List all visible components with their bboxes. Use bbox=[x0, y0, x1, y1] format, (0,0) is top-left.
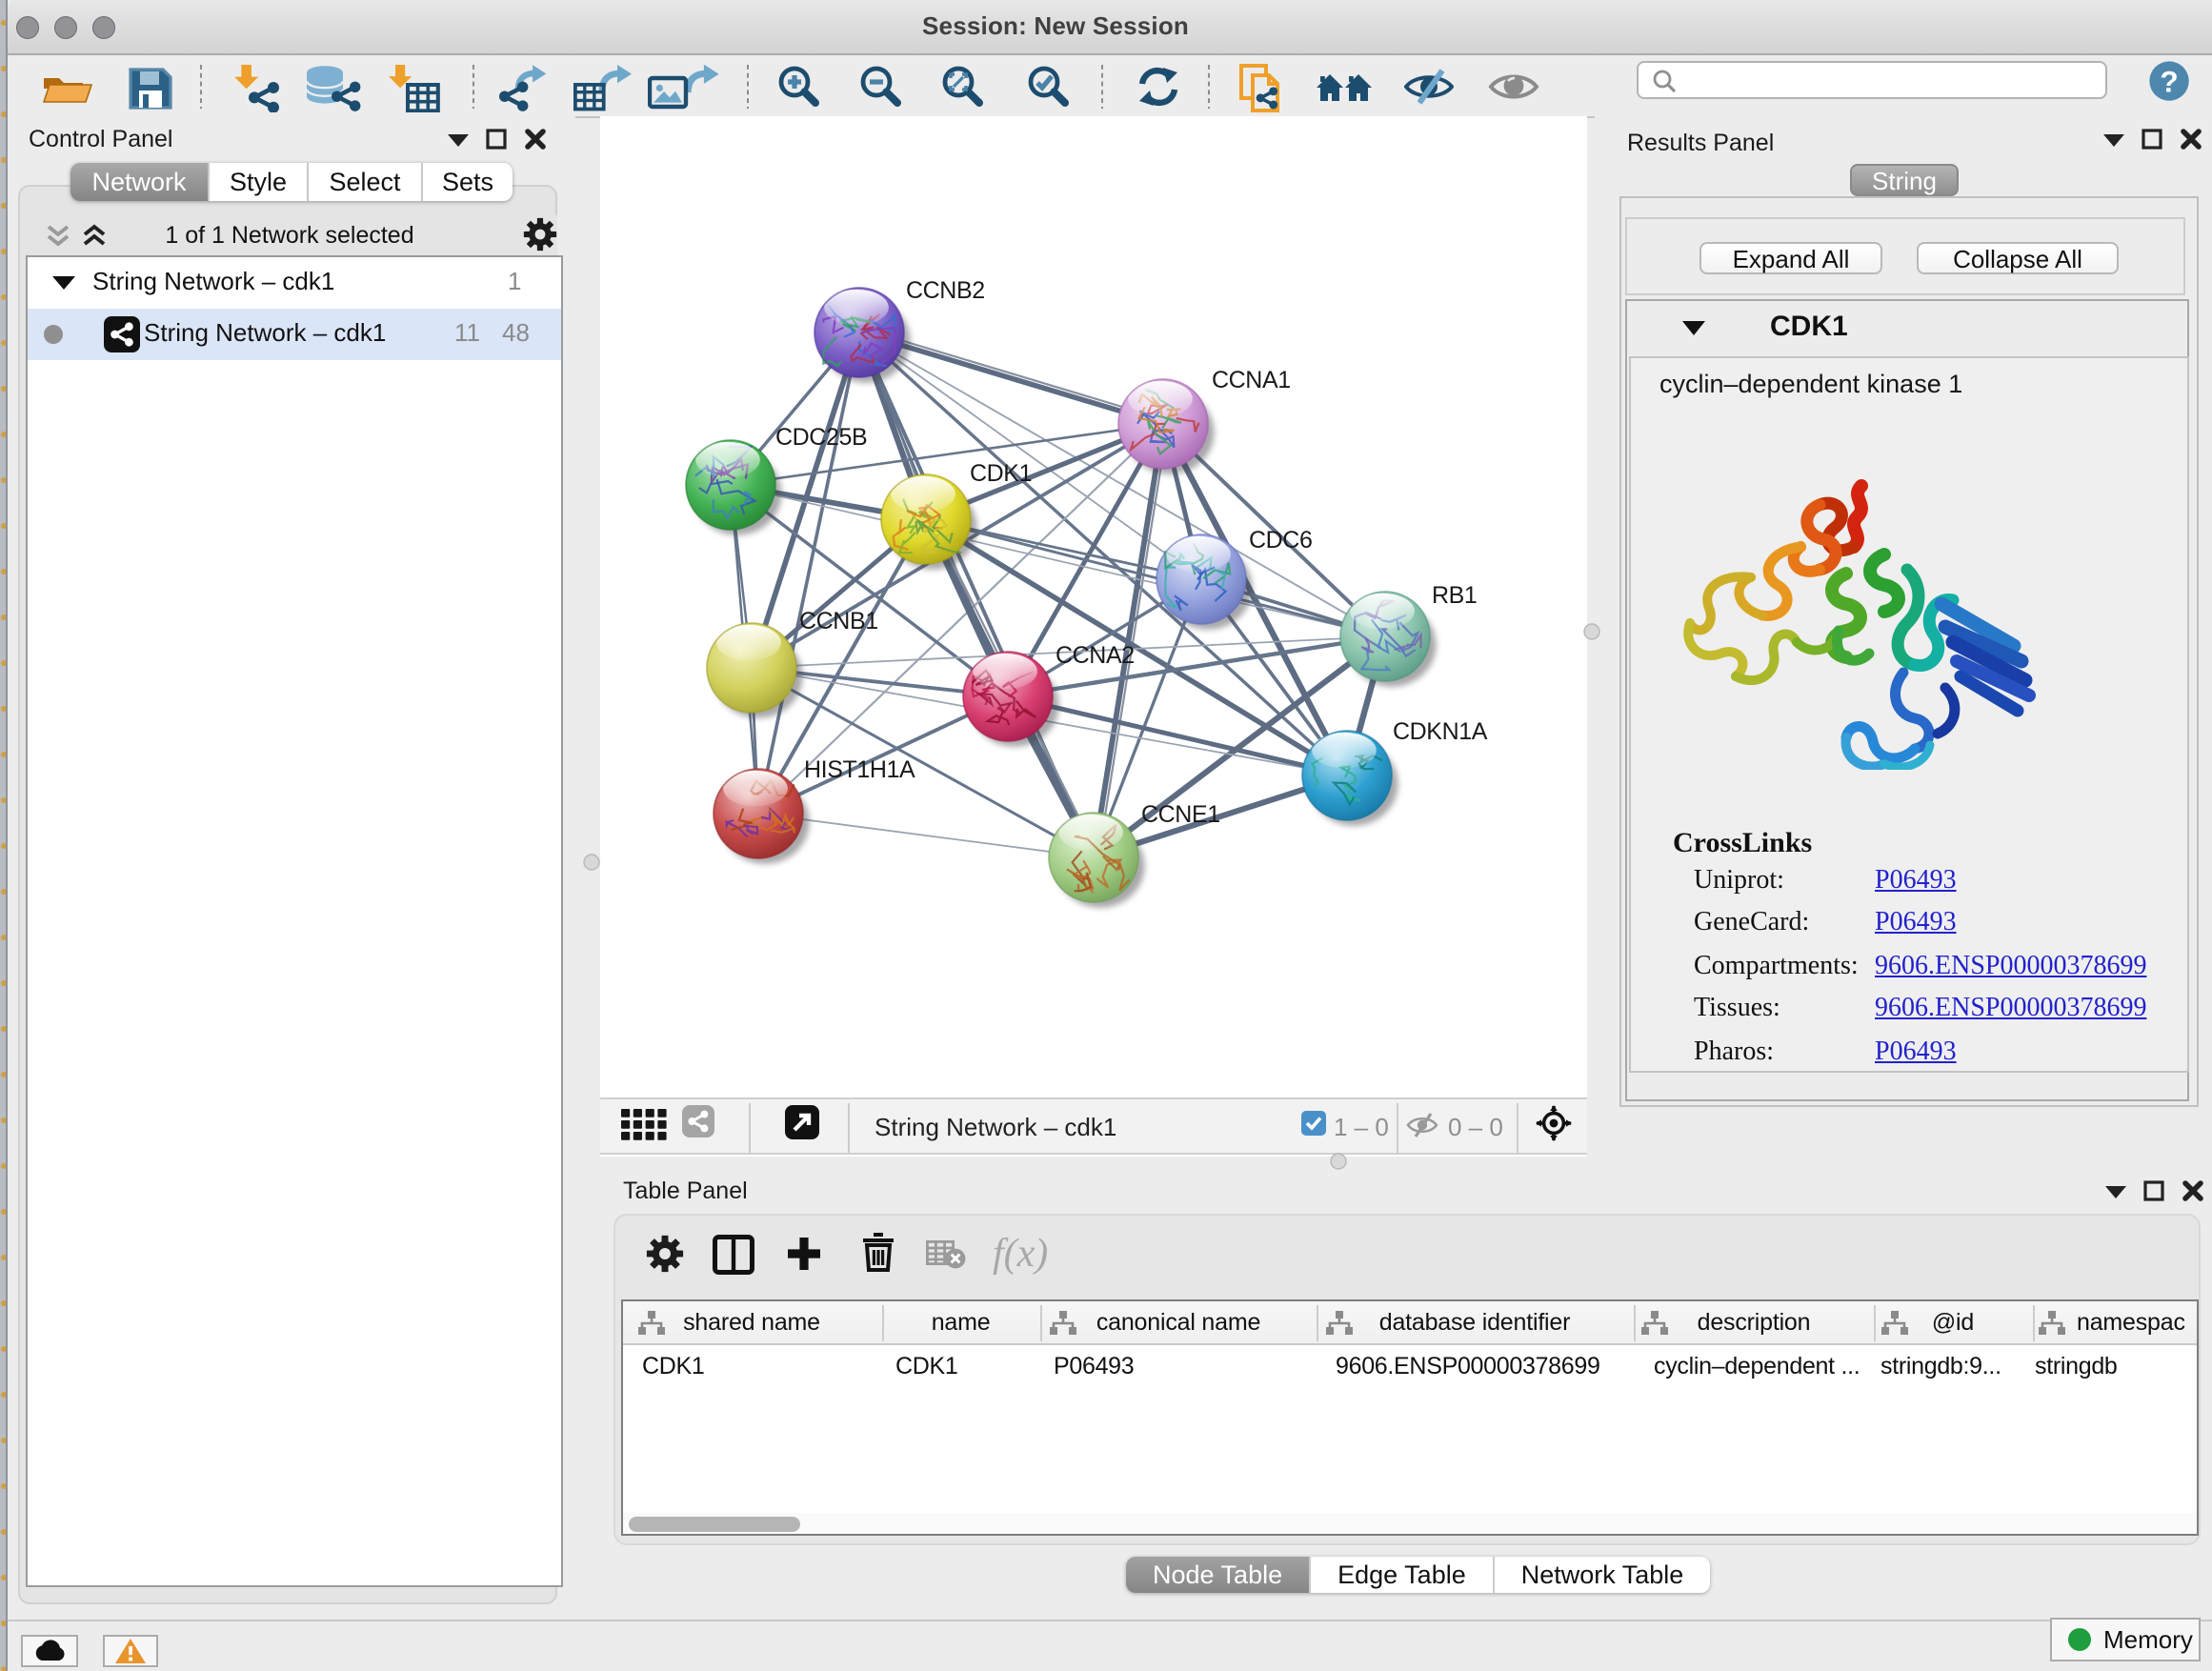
svg-text:CCNA2: CCNA2 bbox=[1056, 642, 1135, 669]
svg-text:CCNB2: CCNB2 bbox=[906, 277, 985, 304]
svg-text:CDC6: CDC6 bbox=[1249, 527, 1312, 554]
svg-text:HIST1H1A: HIST1H1A bbox=[804, 756, 915, 783]
svg-text:CCNB1: CCNB1 bbox=[799, 608, 878, 634]
svg-text:?: ? bbox=[2160, 65, 2178, 99]
svg-text:CCNA1: CCNA1 bbox=[1212, 367, 1291, 393]
svg-text:CDK1: CDK1 bbox=[970, 460, 1032, 487]
svg-text:CCNE1: CCNE1 bbox=[1141, 801, 1220, 828]
svg-text:RB1: RB1 bbox=[1432, 582, 1477, 609]
svg-text:CDC25B: CDC25B bbox=[775, 424, 867, 451]
svg-text:CDKN1A: CDKN1A bbox=[1393, 718, 1488, 745]
